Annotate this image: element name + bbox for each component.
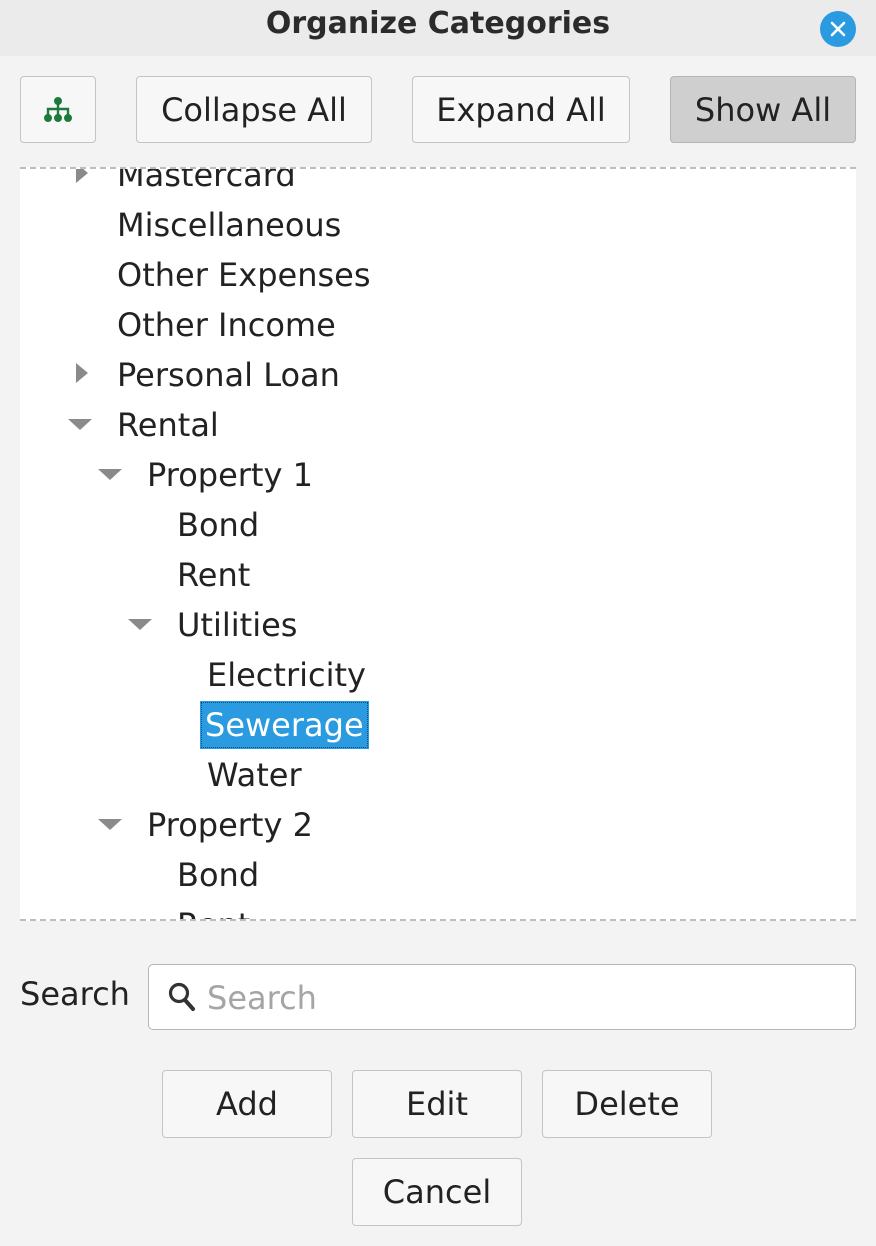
tree-item-label: Water (207, 756, 302, 794)
cancel-label: Cancel (382, 1173, 492, 1211)
tree-item-bond[interactable]: Bond (20, 851, 856, 901)
show-all-button[interactable]: Show All (670, 76, 856, 143)
search-icon (168, 982, 195, 1011)
tree-item-mastercard[interactable]: Mastercard (20, 167, 856, 201)
collapse-arrow-icon[interactable] (128, 619, 152, 630)
expand-all-button[interactable]: Expand All (412, 76, 630, 143)
tree-item-label: Miscellaneous (117, 206, 342, 244)
tree-item-label: Mastercard (117, 167, 296, 194)
collapse-all-button[interactable]: Collapse All (136, 76, 372, 143)
tree-item-label: Rent (172, 901, 255, 919)
tree-item-property-1[interactable]: Property 1 (20, 451, 856, 501)
tree-item-water[interactable]: Water (20, 751, 856, 801)
tree-item-label: Rental (117, 406, 219, 444)
search-input[interactable] (205, 973, 829, 1023)
delete-label: Delete (574, 1085, 680, 1123)
tree-item-other-expenses[interactable]: Other Expenses (20, 251, 856, 301)
collapse-arrow-icon[interactable] (98, 819, 122, 830)
tree-item-rent[interactable]: Rent (20, 901, 856, 919)
edit-button[interactable]: Edit (352, 1070, 522, 1138)
tree-item-utilities[interactable]: Utilities (20, 601, 856, 651)
tree-item-bond[interactable]: Bond (20, 501, 856, 551)
tree-item-label: Electricity (207, 656, 366, 694)
add-button[interactable]: Add (162, 1070, 332, 1138)
edit-label: Edit (406, 1085, 468, 1123)
hierarchy-icon (44, 96, 72, 122)
delete-button[interactable]: Delete (542, 1070, 712, 1138)
tree-item-property-2[interactable]: Property 2 (20, 801, 856, 851)
hierarchy-button[interactable] (20, 76, 96, 143)
tree-item-label: Bond (177, 506, 260, 544)
tree-item-label: Other Expenses (117, 256, 371, 294)
show-all-label: Show All (694, 90, 832, 129)
title-bar: Organize Categories (0, 0, 876, 56)
tree-item-rent[interactable]: Rent (20, 551, 856, 601)
expand-arrow-icon[interactable] (76, 169, 88, 183)
tree-item-label: Rent (177, 556, 251, 594)
tree-item-sewerage[interactable]: Sewerage (20, 701, 856, 751)
search-label: Search (20, 975, 130, 1013)
tree-item-label: Property 2 (147, 806, 313, 844)
tree-item-rental[interactable]: Rental (20, 401, 856, 451)
tree-item-label-selected: Sewerage (200, 701, 369, 749)
add-label: Add (216, 1085, 278, 1123)
close-icon (830, 21, 846, 37)
tree-item-personal-loan[interactable]: Personal Loan (20, 351, 856, 401)
collapse-all-label: Collapse All (161, 90, 347, 129)
tree-item-label: Other Income (117, 306, 336, 344)
dialog-title: Organize Categories (265, 6, 611, 41)
tree-item-miscellaneous[interactable]: Miscellaneous (20, 201, 856, 251)
tree-item-other-income[interactable]: Other Income (20, 301, 856, 351)
tree-item-electricity[interactable]: Electricity (20, 651, 856, 701)
tree-item-label: Bond (177, 856, 260, 894)
cancel-button[interactable]: Cancel (352, 1158, 522, 1226)
tree-item-label: Personal Loan (117, 356, 340, 394)
collapse-arrow-icon[interactable] (68, 419, 92, 430)
organize-categories-dialog: Organize Categories Collapse All Expand … (0, 0, 876, 1246)
category-tree[interactable]: Mastercard Miscellaneous Other Expenses … (20, 167, 856, 921)
tree-item-label: Utilities (177, 606, 298, 644)
search-field[interactable] (148, 964, 856, 1030)
collapse-arrow-icon[interactable] (98, 469, 122, 480)
tree-item-label: Property 1 (147, 456, 313, 494)
expand-all-label: Expand All (436, 90, 606, 129)
close-button[interactable] (820, 11, 856, 47)
expand-arrow-icon[interactable] (76, 363, 88, 383)
